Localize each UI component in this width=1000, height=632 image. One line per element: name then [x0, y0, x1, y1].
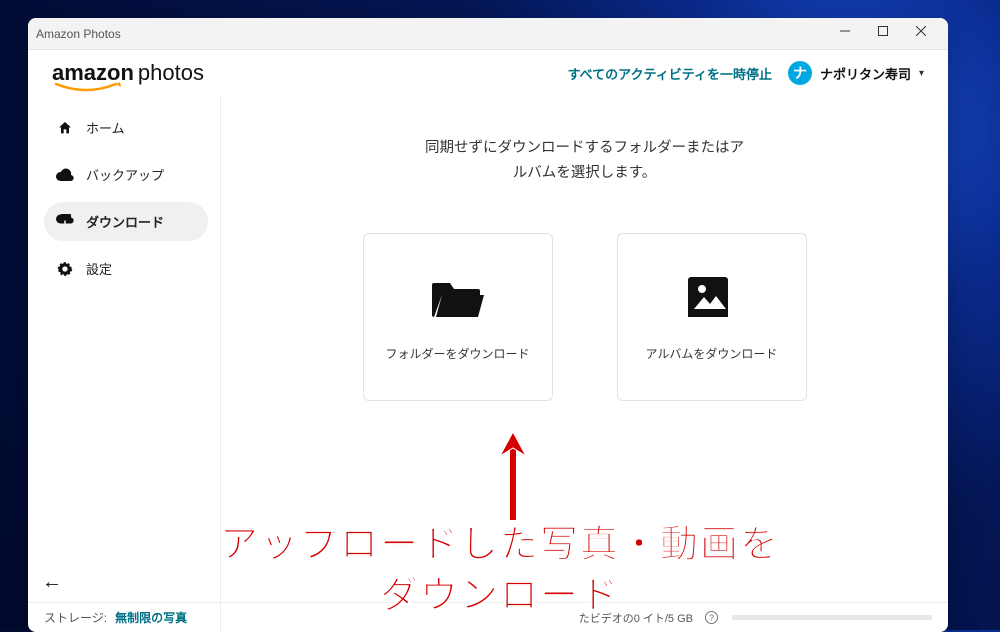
chevron-down-icon: ▾	[919, 68, 924, 79]
app-logo: amazon photos	[52, 60, 204, 86]
download-cloud-icon	[56, 213, 74, 231]
storage-label: ストレージ:	[44, 609, 107, 626]
storage-value: 無制限の写真	[115, 609, 187, 626]
main-content: 同期せずにダウンロードするフォルダーまたはア ルバムを選択します。 フォルダーを…	[220, 96, 948, 632]
back-button[interactable]: ←	[42, 571, 62, 594]
titlebar: Amazon Photos	[28, 18, 948, 50]
card-label: アルバムをダウンロード	[646, 345, 778, 362]
sidebar-item-download[interactable]: ダウンロード	[44, 202, 208, 241]
pause-all-link[interactable]: すべてのアクティビティを一時停止	[568, 64, 772, 83]
instruction-text: 同期せずにダウンロードするフォルダーまたはア ルバムを選択します。	[425, 136, 744, 185]
home-icon	[56, 119, 74, 137]
sidebar-item-label: ホーム	[86, 118, 125, 137]
cloud-icon	[56, 166, 74, 184]
gear-icon	[56, 260, 74, 278]
logo-product: photos	[138, 60, 204, 86]
sidebar-item-label: 設定	[86, 259, 112, 278]
maximize-button[interactable]	[864, 18, 902, 47]
video-usage-text: たビデオの0 イト/5 GB	[579, 610, 693, 626]
annotation-arrow-icon	[498, 432, 528, 520]
user-name: ナポリタン寿司	[820, 64, 911, 83]
window-title: Amazon Photos	[36, 27, 826, 41]
sidebar-item-label: ダウンロード	[86, 212, 164, 231]
album-icon	[684, 273, 740, 321]
sidebar: ホーム バックアップ ダウンロード 設定 ←	[28, 96, 220, 632]
folder-open-icon	[430, 273, 486, 321]
card-label: フォルダーをダウンロード	[385, 345, 529, 362]
user-avatar: ナ	[788, 61, 812, 85]
status-bar: ストレージ: 無制限の写真 たビデオの0 イト/5 GB ?	[28, 602, 948, 632]
sidebar-item-home[interactable]: ホーム	[44, 108, 208, 147]
download-album-card[interactable]: アルバムをダウンロード	[617, 233, 807, 401]
download-folder-card[interactable]: フォルダーをダウンロード	[363, 233, 553, 401]
amazon-smile-icon	[54, 82, 124, 94]
minimize-button[interactable]	[826, 18, 864, 47]
sidebar-item-label: バックアップ	[86, 165, 164, 184]
sidebar-item-backup[interactable]: バックアップ	[44, 155, 208, 194]
user-menu[interactable]: ナ ナポリタン寿司 ▾	[788, 61, 924, 85]
app-header: amazon photos すべてのアクティビティを一時停止 ナ ナポリタン寿司…	[28, 50, 948, 96]
video-usage-bar	[732, 615, 932, 620]
sidebar-item-settings[interactable]: 設定	[44, 249, 208, 288]
app-window: Amazon Photos amazon photos	[28, 18, 948, 632]
close-button[interactable]	[902, 18, 940, 47]
help-icon[interactable]: ?	[705, 611, 718, 624]
